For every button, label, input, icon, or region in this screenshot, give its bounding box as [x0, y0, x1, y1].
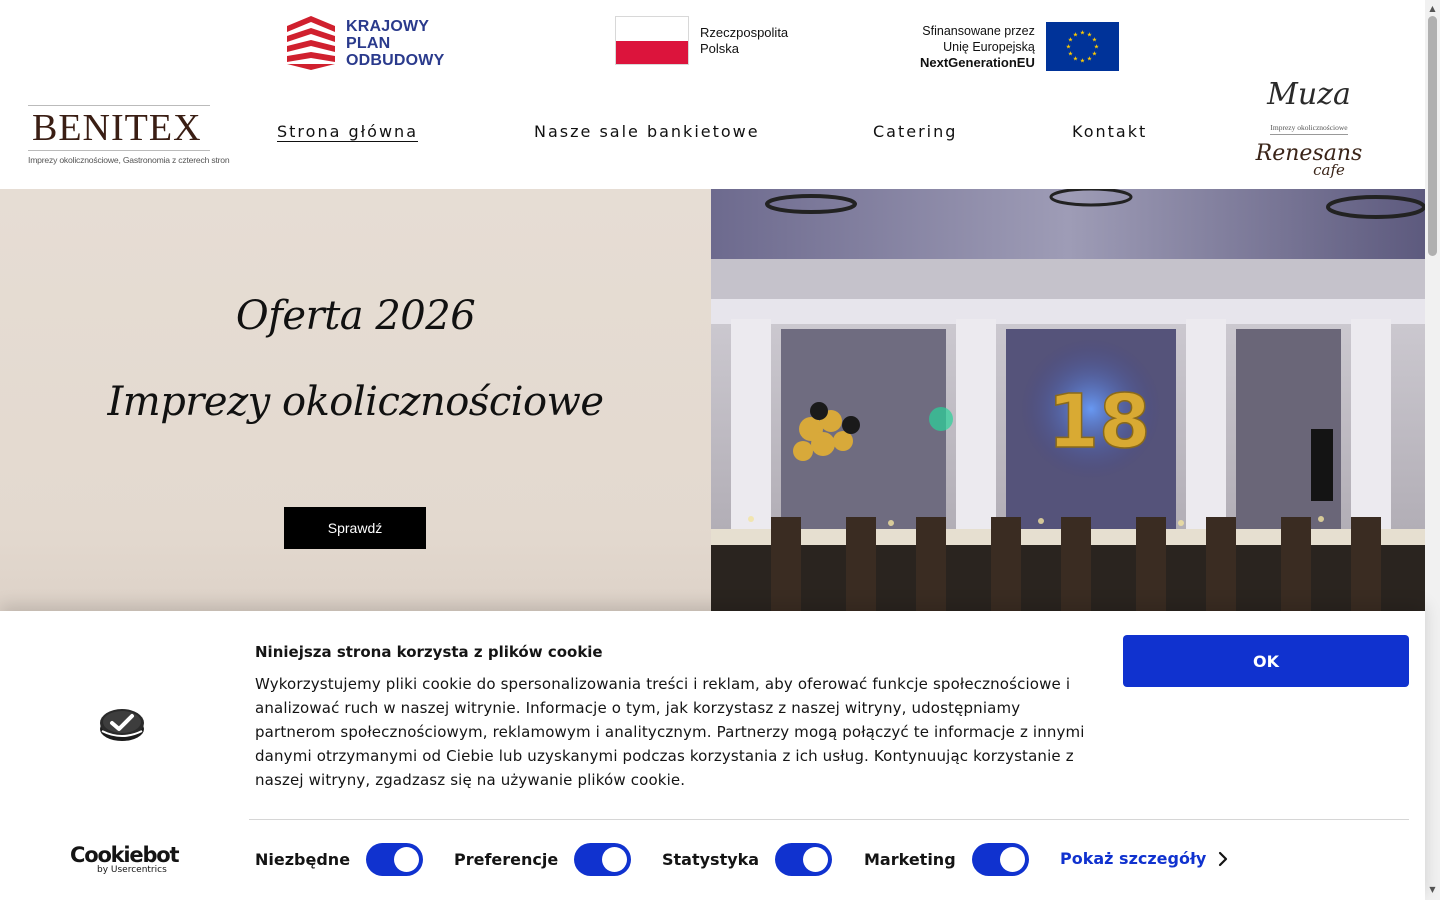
hero-panel: Oferta 2026 Imprezy okolicznościowe Spra… [0, 189, 711, 611]
muza-logo[interactable]: Muza [1254, 75, 1364, 115]
eu-text: Sfinansowane przez Unię Europejską NextG… [920, 23, 1035, 71]
toggle-statistics: Statystyka [662, 843, 833, 876]
kpo-text: KRAJOWY PLAN ODBUDOWY [346, 18, 444, 69]
kpo-line: ODBUDOWY [346, 51, 445, 69]
cookie-divider [249, 819, 1409, 820]
renesans-logo[interactable]: Renesans [1254, 141, 1364, 167]
benitex-logo[interactable]: BENITEX Imprezy okolicznościowe, Gastron… [28, 105, 230, 165]
toggle-label: Marketing [864, 850, 956, 869]
chevron-right-icon [1219, 851, 1228, 866]
toggle-label: Statystyka [662, 850, 760, 869]
nav-contact[interactable]: Kontakt [1072, 122, 1147, 141]
page-scrollbar[interactable]: ▲ ▼ [1425, 0, 1440, 900]
eu-line: Sfinansowane przez [922, 23, 1035, 38]
svg-text:★: ★ [1073, 56, 1078, 63]
hero-photo: 18 [711, 189, 1425, 611]
svg-text:★: ★ [1092, 37, 1097, 44]
svg-text:★: ★ [1080, 30, 1085, 37]
cookiebot-name: Cookiebot [70, 843, 180, 867]
poland-text: Rzeczpospolita Polska [700, 25, 788, 57]
svg-text:★: ★ [1066, 44, 1071, 51]
svg-text:★: ★ [1073, 32, 1078, 39]
partner-logos: Muza Imprezy okolicznościowe Renesans ca… [1254, 75, 1364, 179]
eu-flag-icon: ★ ★ ★ ★ ★ ★ ★ ★ ★ ★ ★ ★ [1045, 22, 1119, 71]
toggle-marketing: Marketing [864, 843, 1029, 876]
nav-banquet-halls[interactable]: Nasze sale bankietowe [534, 122, 760, 141]
muza-tagline: Imprezy okolicznościowe [1270, 123, 1348, 135]
statistics-toggle[interactable] [775, 843, 833, 876]
kpo-line: KRAJOWY [346, 17, 430, 35]
scroll-up-icon[interactable]: ▲ [1428, 4, 1437, 14]
poland-line: Rzeczpospolita [700, 24, 789, 40]
brand-tagline: Imprezy okolicznościowe, Gastronomia z c… [28, 155, 230, 165]
scroll-down-icon[interactable]: ▼ [1428, 885, 1437, 895]
svg-text:★: ★ [1087, 56, 1092, 63]
toggle-label: Niezbędne [255, 850, 351, 869]
poland-flag-icon [615, 16, 689, 65]
nav-home[interactable]: Strona główna [277, 122, 418, 141]
svg-text:★: ★ [1068, 51, 1073, 58]
toggle-label: Preferencje [454, 850, 559, 869]
eu-logo: Sfinansowane przez Unię Europejską NextG… [920, 22, 1119, 71]
marketing-toggle[interactable] [971, 843, 1029, 876]
poland-logo: Rzeczpospolita Polska [615, 16, 788, 65]
cookie-description: Wykorzystujemy pliki cookie do spersonal… [255, 675, 1085, 789]
eu-line: Unię Europejską [943, 39, 1035, 54]
kpo-emblem-icon [287, 16, 335, 70]
kpo-logo: KRAJOWY PLAN ODBUDOWY [287, 16, 444, 70]
cookie-banner: Niniejsza strona korzysta z plików cooki… [0, 611, 1425, 900]
hero-subheadline: Imprezy okolicznościowe [107, 379, 604, 425]
show-details-label: Pokaż szczegóły [1060, 849, 1207, 868]
necessary-toggle[interactable] [366, 843, 424, 876]
cookie-ok-button[interactable]: OK [1123, 635, 1409, 687]
svg-text:★: ★ [1094, 44, 1099, 51]
svg-text:★: ★ [1080, 58, 1085, 65]
svg-text:★: ★ [1092, 51, 1097, 58]
toggle-preferences: Preferencje [454, 843, 632, 876]
cookiebot-by: by Usercentrics [97, 865, 167, 875]
scroll-thumb[interactable] [1428, 16, 1437, 256]
poland-line: Polska [700, 40, 740, 56]
eu-line: NextGenerationEU [920, 54, 1035, 70]
funding-bar: KRAJOWY PLAN ODBUDOWY Rzeczpospolita Pol… [0, 0, 1425, 92]
show-details-link[interactable]: Pokaż szczegóły [1060, 849, 1228, 868]
preferences-toggle[interactable] [574, 843, 632, 876]
cookie-title: Niniejsza strona korzysta z plików cooki… [255, 643, 603, 661]
balloon-number: 18 [1048, 379, 1151, 465]
hero-headline: Oferta 2026 [235, 293, 476, 339]
kpo-line: PLAN [346, 34, 391, 52]
brand-name: BENITEX [28, 105, 210, 151]
banquet-hall-image: 18 [711, 189, 1425, 611]
nav-catering[interactable]: Catering [873, 122, 957, 141]
toggle-necessary: Niezbędne [255, 843, 424, 876]
cookiebot-eye-icon [100, 709, 144, 741]
cookiebot-logo[interactable]: Cookiebot by Usercentrics [70, 843, 180, 875]
check-offer-button[interactable]: Sprawdź [284, 507, 426, 549]
